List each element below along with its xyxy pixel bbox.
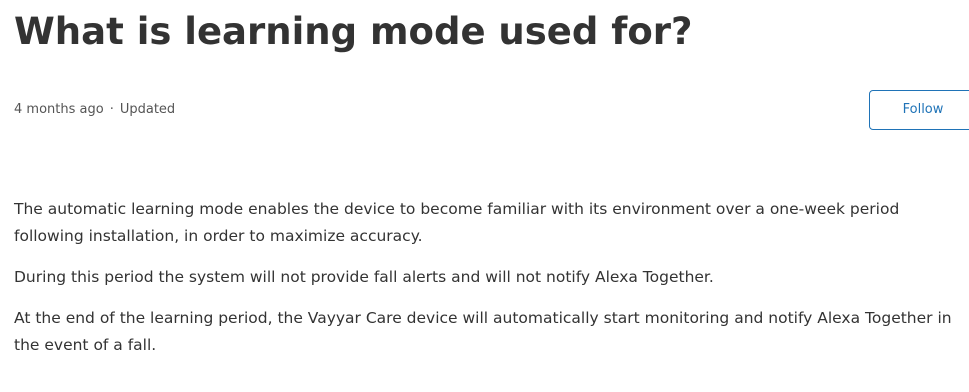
- meta-separator: ·: [109, 102, 114, 117]
- updated-status: Updated: [119, 102, 176, 117]
- body-paragraph: During this period the system will not p…: [14, 268, 714, 286]
- posted-time: 4 months ago: [14, 102, 104, 117]
- article-body: The automatic learning mode enables the …: [14, 196, 969, 373]
- article: What is learning mode used for? 4 months…: [14, 0, 969, 392]
- body-paragraph: The automatic learning mode enables the …: [14, 200, 900, 245]
- follow-button[interactable]: Follow: [869, 90, 969, 130]
- article-title: What is learning mode used for?: [14, 10, 693, 53]
- article-meta: 4 months ago · Updated: [14, 101, 175, 119]
- body-paragraph: At the end of the learning period, the V…: [14, 309, 952, 354]
